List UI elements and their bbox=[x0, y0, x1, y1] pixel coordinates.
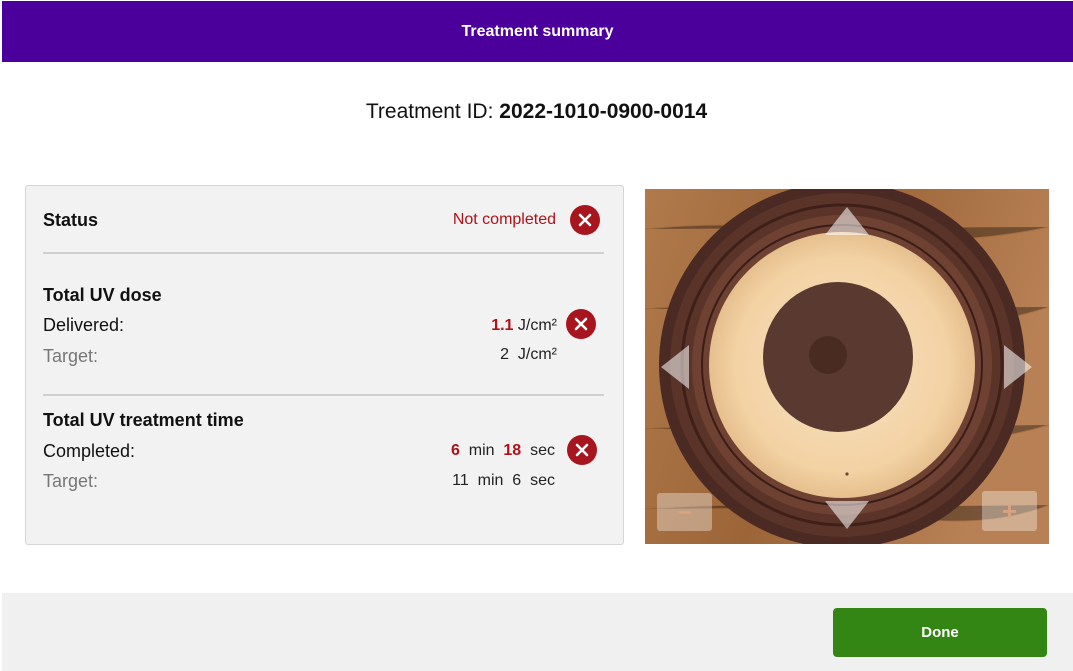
time-target-sec-unit: sec bbox=[530, 472, 555, 489]
divider bbox=[43, 252, 604, 254]
treatment-time-title: Total UV treatment time bbox=[43, 410, 244, 430]
divider bbox=[43, 394, 604, 396]
summary-panel: Status Not completed Total UV dose Deliv… bbox=[25, 185, 624, 545]
time-target-value: 11 min 6 sec bbox=[452, 472, 555, 490]
status-value: Not completed bbox=[452, 211, 556, 228]
treatment-id: Treatment ID: 2022-1010-0900-0014 bbox=[0, 100, 1073, 124]
treatment-camera-image: − + bbox=[645, 189, 1049, 544]
pan-right-button[interactable] bbox=[1002, 343, 1034, 396]
uv-dose-title: Total UV dose bbox=[43, 285, 162, 305]
completed-value: 6 min 18 sec bbox=[451, 442, 555, 460]
delivered-dose-unit: J/cm² bbox=[517, 317, 557, 334]
time-error-icon bbox=[567, 435, 597, 465]
header-title: Treatment summary bbox=[461, 22, 614, 40]
zoom-out-icon: − bbox=[676, 497, 693, 527]
dose-target-unit: J/cm² bbox=[517, 346, 557, 363]
header-bar: Treatment summary bbox=[2, 1, 1073, 62]
dose-target-value: 2 J/cm² bbox=[500, 346, 557, 364]
time-target-min-unit: min bbox=[477, 472, 504, 489]
completed-sec-unit: sec bbox=[530, 442, 555, 459]
zoom-in-icon: + bbox=[1001, 496, 1018, 526]
pan-down-button[interactable] bbox=[823, 499, 871, 536]
status-error-icon bbox=[570, 205, 600, 235]
completed-min-number: 6 bbox=[450, 442, 460, 459]
time-target-sec-number: 6 bbox=[512, 472, 522, 489]
pan-up-button[interactable] bbox=[823, 205, 871, 242]
zoom-out-button[interactable]: − bbox=[657, 493, 712, 531]
pan-left-button[interactable] bbox=[659, 343, 691, 396]
arrow-down-icon bbox=[825, 501, 869, 529]
arrow-up-icon bbox=[825, 207, 869, 235]
arrow-right-icon bbox=[1004, 345, 1032, 389]
dose-error-icon bbox=[566, 309, 596, 339]
arrow-left-icon bbox=[661, 345, 689, 389]
treatment-id-value: 2022-1010-0900-0014 bbox=[499, 100, 708, 123]
zoom-in-button[interactable]: + bbox=[982, 491, 1037, 531]
delivered-value: 1.1 J/cm² bbox=[491, 317, 557, 335]
completed-sec-number: 18 bbox=[503, 442, 522, 459]
done-button[interactable]: Done bbox=[833, 608, 1047, 657]
completed-min-unit: min bbox=[468, 442, 495, 459]
time-target-min-number: 11 bbox=[452, 472, 469, 489]
delivered-dose-number: 1.1 bbox=[491, 317, 514, 334]
dose-target-number: 2 bbox=[500, 346, 509, 363]
treatment-id-label: Treatment ID: bbox=[365, 100, 494, 123]
